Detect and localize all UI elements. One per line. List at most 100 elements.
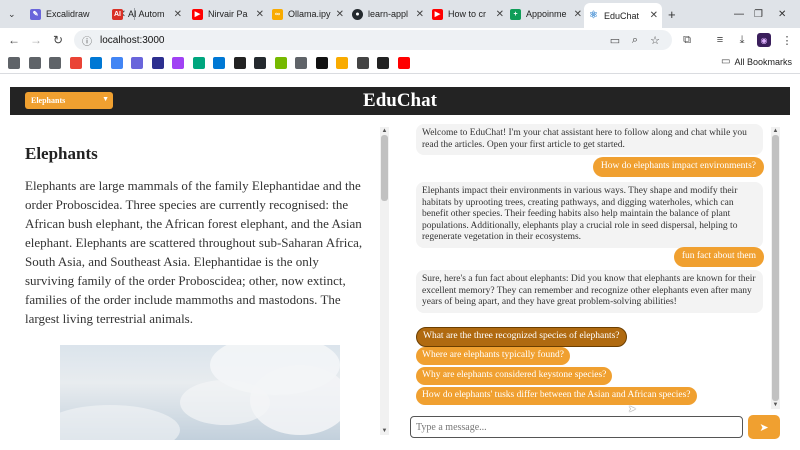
bookmark-folder-icon[interactable]: [28, 57, 41, 69]
tab-title: learn-appl: [368, 9, 409, 19]
bookmark-folder-icon[interactable]: [49, 57, 61, 69]
bookmark-openai-icon[interactable]: [377, 57, 389, 69]
excalidraw-icon: ✎: [30, 8, 41, 20]
bookmark-gmail-icon[interactable]: [69, 57, 82, 69]
scroll-up-icon[interactable]: ▲: [771, 127, 780, 135]
bookmark-colab-icon[interactable]: [336, 57, 348, 69]
send-button[interactable]: ➤: [748, 415, 780, 439]
cast-icon[interactable]: ▭: [608, 33, 622, 47]
article-title: Elephants: [25, 144, 98, 163]
close-icon[interactable]: ✕: [496, 9, 504, 20]
scroll-down-icon[interactable]: ▼: [771, 401, 780, 409]
user-message: How do elephants impact environments?: [592, 157, 764, 177]
bookmark-box2-icon[interactable]: [356, 57, 369, 69]
new-tab-label: +: [668, 6, 676, 22]
close-window-button[interactable]: ✕: [774, 4, 788, 24]
user-message: fun fact about them: [673, 247, 764, 267]
bookmark-box-icon[interactable]: [172, 57, 184, 69]
reload-icon[interactable]: ↻: [50, 32, 66, 48]
bookmark-folder-icon[interactable]: [8, 57, 20, 69]
bookmark-cloud-icon[interactable]: [295, 57, 307, 69]
close-icon[interactable]: ✕: [650, 10, 658, 21]
bookmark-github-icon[interactable]: [254, 57, 266, 69]
scrollbar-thumb[interactable]: [772, 135, 779, 401]
article-scrollbar[interactable]: ▲ ▼: [380, 127, 389, 435]
article-image: [60, 345, 340, 440]
folder-icon: ▭: [721, 56, 731, 67]
tab-how-to[interactable]: ▶ How to cr ✕: [428, 4, 508, 24]
close-icon[interactable]: ✕: [416, 9, 424, 20]
suggestion-button[interactable]: Why are elephants considered keystone sp…: [416, 367, 613, 385]
zoom-icon[interactable]: ⌕: [628, 33, 642, 47]
bookmark-excalidraw-icon[interactable]: [131, 57, 143, 69]
chat-scrollbar[interactable]: ▲ ▼: [771, 127, 780, 409]
tab-title: Nirvair Pa: [208, 9, 248, 19]
all-bookmarks-button[interactable]: ▭ All Bookmarks: [721, 56, 792, 67]
suggestion-button[interactable]: How do elephants' tusks differ between t…: [416, 387, 697, 405]
message-input[interactable]: Type a message...: [410, 416, 743, 438]
restore-button[interactable]: ❐: [750, 4, 764, 24]
media-icon[interactable]: ≡: [713, 33, 727, 47]
address-bar[interactable]: ⓘ localhost:3000: [74, 30, 672, 50]
bookmark-youtube-icon[interactable]: [397, 57, 410, 69]
send-icon: ➤: [759, 421, 769, 434]
bookmark-r-icon[interactable]: [192, 57, 205, 69]
new-tab-button[interactable]: +: [664, 4, 680, 24]
suggestion-button[interactable]: Where are elephants typically found?: [416, 347, 570, 365]
profile-avatar-icon[interactable]: ◉: [757, 33, 771, 47]
mouse-cursor-icon: ➤: [628, 404, 637, 415]
tab-educhat[interactable]: ⚛ EduChat ✕: [584, 3, 662, 28]
github-icon: ●: [352, 8, 363, 20]
article-panel: Elephants Elephants are large mammals of…: [10, 127, 380, 450]
bot-message: Welcome to EduChat! I'm your chat assist…: [416, 124, 763, 155]
close-icon[interactable]: ✕: [574, 9, 582, 20]
menu-icon[interactable]: ⋮: [780, 33, 794, 47]
close-icon[interactable]: ✕: [174, 9, 182, 20]
bookmarks-bar: ▭ All Bookmarks: [0, 52, 800, 74]
tab-appointment[interactable]: + Appoinme ✕: [506, 4, 586, 24]
colab-icon: ∞: [272, 8, 283, 20]
forward-icon[interactable]: →: [28, 32, 44, 48]
scroll-up-icon[interactable]: ▲: [380, 127, 389, 135]
tab-title: EduChat: [604, 10, 640, 21]
site-info-icon[interactable]: ⓘ: [82, 33, 92, 48]
tab-title: AI Autom: [128, 9, 165, 19]
article-body: Elephants are large mammals of the famil…: [25, 178, 363, 326]
browser-tab-bar: ✎ Excalidraw ✕ AI AI Autom ✕ ▶ Nirvair P…: [0, 0, 800, 28]
chevron-down-icon: ▼: [102, 95, 109, 103]
download-icon[interactable]: ⤓: [735, 33, 749, 47]
bookmark-notion-icon[interactable]: [151, 57, 164, 69]
scrollbar-thumb[interactable]: [381, 135, 388, 201]
minimize-button[interactable]: —: [730, 4, 744, 24]
close-icon[interactable]: ✕: [256, 9, 264, 20]
all-bookmarks-label: All Bookmarks: [734, 56, 792, 67]
page-content: Elephants ▼ EduChat Elephants Elephants …: [0, 74, 800, 450]
tab-title: Appoinme: [526, 9, 567, 19]
tab-search-icon[interactable]: ⌄: [4, 4, 20, 24]
scroll-down-icon[interactable]: ▼: [380, 427, 389, 435]
tab-nirvair[interactable]: ▶ Nirvair Pa ✕: [188, 4, 268, 24]
app-header: Elephants ▼ EduChat: [10, 87, 790, 115]
bookmark-nvidia-icon[interactable]: [274, 57, 287, 69]
bot-message: Elephants impact their environments in v…: [416, 182, 763, 248]
bookmark-p-icon[interactable]: [315, 57, 328, 69]
extensions-icon[interactable]: ⧉: [680, 33, 694, 47]
bookmark-azure-icon[interactable]: [90, 57, 102, 69]
react-icon: ⚛: [588, 10, 599, 21]
tab-learn-appl[interactable]: ● learn-appl ✕: [348, 4, 428, 24]
youtube-icon: ▶: [432, 8, 443, 20]
back-icon[interactable]: ←: [6, 32, 22, 48]
article-select[interactable]: Elephants ▼: [25, 92, 113, 109]
ai-icon: AI: [112, 8, 123, 20]
tab-ollama[interactable]: ∞ Ollama.ipy ✕: [268, 4, 348, 24]
suggestion-button[interactable]: What are the three recognized species of…: [416, 327, 627, 347]
bookmark-a-icon[interactable]: [213, 57, 225, 69]
tab-title: Excalidraw: [46, 9, 90, 19]
youtube-icon: ▶: [192, 8, 203, 20]
bookmark-google-icon[interactable]: [110, 57, 123, 69]
browser-toolbar: ← → ↻ ⓘ localhost:3000 ▭ ⌕ ☆ ⧉ ≡ ⤓ ◉ ⋮: [0, 28, 800, 52]
tab-ai-automation[interactable]: AI AI Autom ✕: [108, 4, 186, 24]
close-icon[interactable]: ✕: [336, 9, 344, 20]
bookmark-star-icon[interactable]: ☆: [648, 33, 662, 47]
bookmark-triangle-icon[interactable]: [233, 57, 246, 69]
